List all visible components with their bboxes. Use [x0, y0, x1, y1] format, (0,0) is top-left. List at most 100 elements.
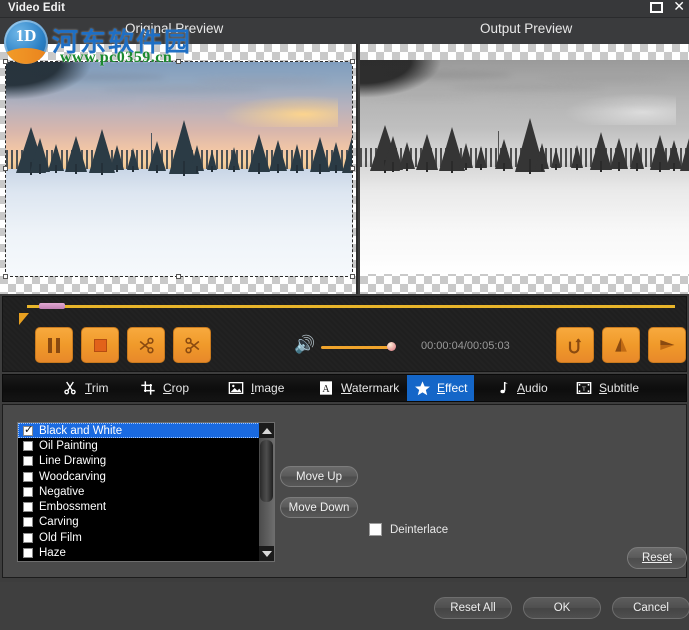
effect-list-item[interactable]: Old Film [18, 530, 274, 545]
tab-watermark[interactable]: A Watermark [311, 375, 406, 401]
deinterlace-checkbox[interactable] [369, 523, 382, 536]
cancel-button[interactable]: Cancel [612, 597, 689, 619]
tab-crop[interactable]: Crop [133, 375, 196, 401]
reset-button[interactable]: Reset [627, 547, 687, 569]
tab-label: Crop [163, 381, 190, 395]
effects-panel: Black and White Oil Painting Line Drawing W… [2, 404, 687, 578]
scissors-icon [62, 380, 79, 397]
site-watermark-url: www.pc0359.cn [60, 49, 173, 66]
tree [399, 141, 416, 171]
tab-image[interactable]: Image [221, 375, 291, 401]
scroll-down-icon[interactable] [259, 546, 274, 561]
cut-end-button[interactable] [173, 327, 211, 363]
effect-list-item[interactable]: Carving [18, 515, 274, 530]
title-bar: Video Edit ✕ [0, 0, 689, 18]
cloud [196, 77, 328, 85]
effects-scrollbar[interactable] [259, 423, 274, 561]
effect-list-item[interactable]: Embossment [18, 499, 274, 514]
effect-list-item[interactable]: Black and White [18, 423, 274, 439]
tree [147, 141, 166, 174]
reset-all-button[interactable]: Reset All [434, 597, 512, 619]
playhead-marker[interactable] [19, 313, 29, 325]
tree [64, 135, 87, 174]
image-icon [228, 380, 245, 397]
effect-list-item[interactable]: Woodcarving [18, 469, 274, 484]
volume-slider[interactable] [321, 346, 393, 349]
deinterlace-label: Deinterlace [390, 523, 449, 536]
effect-label: Haze [39, 547, 66, 560]
tab-subtitle[interactable]: T Subtitle [569, 375, 646, 401]
pause-icon [48, 337, 60, 353]
output-preview-label: Output Preview [480, 21, 573, 36]
tab-effect[interactable]: Effect [407, 375, 475, 401]
effect-list-item[interactable]: Negative [18, 484, 274, 499]
star-icon [414, 380, 431, 397]
flip-horizontal-icon [660, 340, 675, 350]
stop-button[interactable] [81, 327, 119, 363]
maximize-icon[interactable] [650, 2, 664, 13]
effect-list-item[interactable]: Oil Painting [18, 438, 274, 453]
scroll-up-icon[interactable] [259, 423, 274, 438]
effect-label: Woodcarving [39, 470, 106, 483]
original-preview-pane[interactable] [0, 44, 358, 294]
effect-checkbox[interactable] [23, 471, 33, 482]
flip-vertical-icon [615, 337, 627, 352]
tree [571, 145, 584, 171]
original-video-frame [6, 62, 352, 276]
effect-checkbox[interactable] [23, 517, 33, 528]
site-logo-text: 1D [15, 26, 37, 45]
tree [590, 132, 613, 173]
window-title: Video Edit [8, 2, 66, 14]
tree [227, 147, 240, 173]
tree [248, 134, 271, 175]
output-preview-pane[interactable] [360, 44, 689, 294]
cut-start-button[interactable] [127, 327, 165, 363]
stop-icon [93, 338, 107, 352]
ok-button[interactable]: OK [523, 597, 601, 619]
rotate-button[interactable] [556, 327, 594, 363]
rotate-icon [568, 338, 582, 354]
speaker-icon[interactable]: 🔊 [294, 337, 315, 355]
timeline-selection[interactable] [39, 303, 65, 309]
snow-field [360, 167, 689, 274]
tree [679, 130, 689, 173]
dialog-footer: Reset All OK Cancel [0, 582, 689, 630]
flip-vertical-button[interactable] [602, 327, 640, 363]
tree [342, 132, 352, 175]
editor-tabs: Trim Crop Image A Watermark Effect Audio T Subti… [2, 374, 687, 402]
effect-checkbox[interactable] [23, 486, 33, 497]
tree [551, 147, 562, 170]
effect-label: Negative [39, 485, 85, 498]
snow-field [6, 169, 352, 276]
tree [127, 148, 140, 173]
scissors-left-icon [139, 337, 154, 353]
volume-slider-knob[interactable] [387, 342, 396, 351]
effect-checkbox[interactable] [23, 440, 33, 451]
effect-checkbox[interactable] [23, 502, 33, 513]
tree [109, 145, 124, 173]
effects-list[interactable]: Black and White Oil Painting Line Drawing W… [17, 422, 275, 562]
cloud [452, 84, 604, 92]
tab-audio[interactable]: Audio [487, 375, 555, 401]
scrollbar-thumb[interactable] [260, 440, 273, 502]
tab-trim[interactable]: Trim [55, 375, 116, 401]
svg-text:A: A [322, 384, 330, 395]
flip-horizontal-button[interactable] [648, 327, 686, 363]
effect-checkbox[interactable] [23, 532, 33, 543]
effect-checkbox[interactable] [23, 456, 33, 467]
deinterlace-option[interactable]: Deinterlace [369, 523, 448, 536]
effect-checkbox[interactable] [23, 548, 33, 559]
pause-button[interactable] [35, 327, 73, 363]
effect-list-item[interactable]: Line Drawing [18, 454, 274, 469]
timeline-track[interactable] [27, 303, 675, 309]
effect-checkbox[interactable] [23, 423, 33, 436]
close-icon[interactable]: ✕ [673, 0, 685, 14]
effect-list-item[interactable]: Haze [18, 545, 274, 560]
effect-label: Oil Painting [39, 439, 98, 452]
effect-label: Black and White [39, 424, 123, 437]
svg-text:T: T [582, 386, 586, 392]
move-down-button[interactable]: Move Down [280, 497, 358, 518]
time-display: 00:00:04/00:05:03 [421, 340, 510, 352]
move-up-button[interactable]: Move Up [280, 466, 358, 487]
effect-label: Carving [39, 516, 79, 529]
